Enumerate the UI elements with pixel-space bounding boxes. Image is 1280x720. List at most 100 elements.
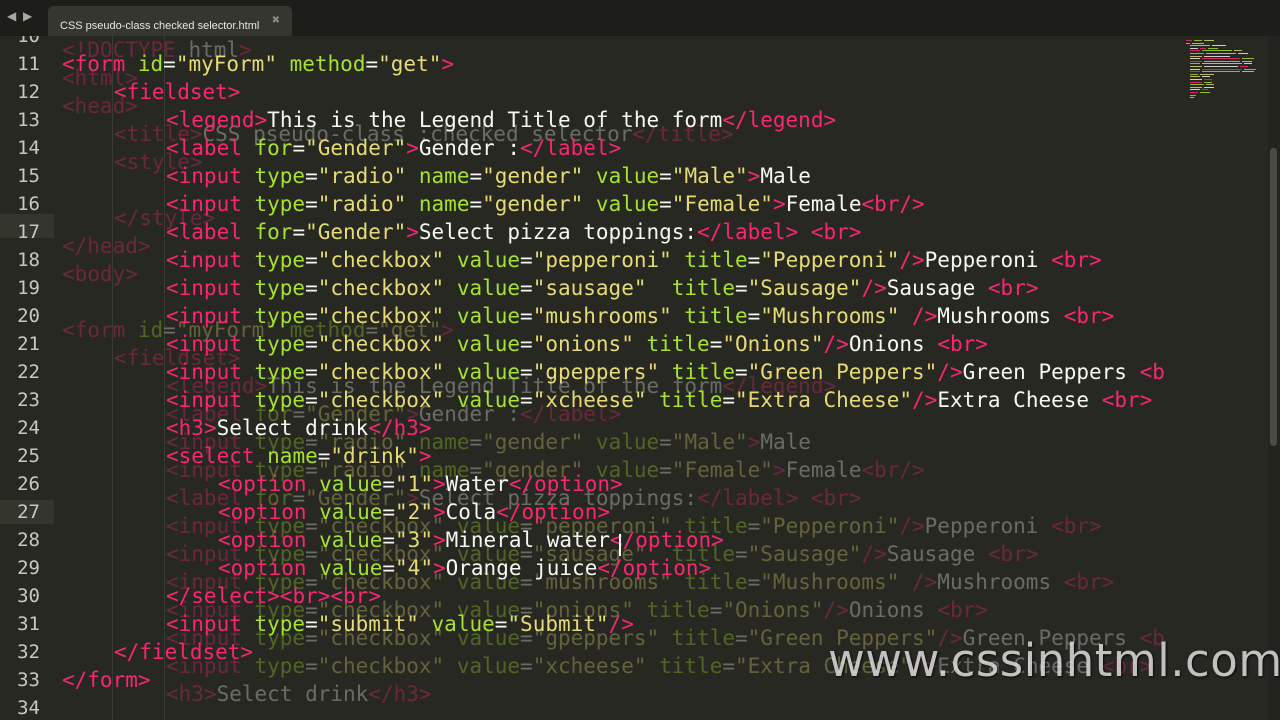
code-line: <option value="1">Water</option> (218, 470, 623, 498)
minimap-line (1190, 79, 1202, 80)
code-token: "Mushrooms" (760, 304, 900, 328)
code-line: </fieldset> (114, 638, 253, 666)
code-token: <input (166, 192, 242, 216)
code-token: name (406, 164, 470, 188)
code-token: </h3> (368, 416, 432, 440)
minimap-line (1192, 42, 1204, 44)
code-token: <input (166, 304, 242, 328)
code-line: <fieldset> (114, 78, 240, 106)
code-token: </select> (166, 584, 280, 608)
code-token: "mushrooms" (532, 304, 672, 328)
code-token: "2" (395, 500, 433, 524)
code-token: </option> (508, 472, 623, 496)
minimap-line (1190, 94, 1196, 96)
code-token: > (227, 80, 241, 104)
code-token: Mushrooms (937, 304, 1064, 328)
code-token: <input (166, 332, 242, 356)
code-token: /> (937, 360, 963, 384)
minimap-line (1242, 71, 1254, 73)
code-token: Water (445, 472, 509, 496)
minimap-line (1190, 53, 1204, 54)
code-token: > (203, 416, 217, 440)
minimap-line (1190, 45, 1210, 47)
code-token: <input (166, 164, 242, 188)
minimap-line (1204, 40, 1214, 41)
code-line: <input type="submit" value="Submit"/> (166, 610, 634, 638)
code-token: type (241, 304, 306, 328)
minimap-line (1190, 97, 1194, 99)
code-line: <input type="checkbox" value="gpeppers" … (166, 358, 1165, 386)
code-token: = (305, 192, 318, 216)
code-line: <input type="radio" name="gender" value=… (166, 162, 811, 190)
minimap-line (1238, 53, 1248, 54)
minimap-line (1190, 92, 1198, 93)
tab-bar: ◀ ▶ CSS pseudo-class checked selector.ht… (0, 0, 1280, 37)
code-token: = (305, 248, 318, 272)
code-line: </form> (62, 666, 151, 694)
code-token: id (125, 52, 164, 76)
code-token: name (406, 192, 470, 216)
code-token: = (520, 276, 533, 300)
nav-forward-icon[interactable]: ▶ (23, 9, 32, 23)
vertical-scrollbar[interactable] (1268, 36, 1280, 720)
code-token: > (747, 164, 761, 188)
code-token: "Green Peppers" (747, 360, 938, 384)
code-token: <input (166, 388, 242, 412)
code-token: /> (899, 304, 938, 328)
code-token: <input (166, 276, 242, 300)
code-token: <br> (279, 584, 331, 608)
code-token: </legend> (722, 108, 837, 132)
code-token: = (520, 332, 533, 356)
code-token: "Female" (671, 192, 773, 216)
code-token: > (772, 192, 786, 216)
code-line: <input type="checkbox" value="mushrooms"… (166, 302, 1114, 330)
code-token: > (432, 500, 446, 524)
code-token: = (382, 472, 396, 496)
code-token: type (241, 612, 306, 636)
code-token: = (709, 332, 723, 356)
code-token: type (241, 192, 306, 216)
minimap[interactable] (1184, 36, 1264, 106)
code-token: <option (218, 556, 307, 580)
scrollbar-thumb[interactable] (1270, 148, 1277, 446)
minimap-line (1190, 50, 1200, 52)
code-token: <label (166, 220, 242, 244)
minimap-line (1202, 89, 1208, 91)
code-token: <input (166, 248, 242, 272)
code-token: = (305, 612, 318, 636)
code-token: value (444, 388, 521, 412)
code-token: type (241, 276, 306, 300)
minimap-line (1204, 55, 1230, 57)
close-icon[interactable]: ✖ (272, 15, 280, 26)
code-token: value (444, 248, 521, 272)
code-token: <label (166, 136, 242, 160)
code-token: for (241, 220, 293, 244)
text-caret (619, 534, 621, 556)
minimap-line (1190, 47, 1198, 49)
code-layer[interactable]: <form id="myForm" method="get"> <fieldset… (0, 36, 1185, 720)
code-token: Orange juice (445, 556, 598, 580)
minimap-line (1206, 84, 1214, 86)
code-token: title (671, 304, 748, 328)
code-token: "1" (395, 472, 433, 496)
code-line: <h3>Select drink</h3> (166, 414, 432, 442)
code-token: value (418, 612, 495, 636)
code-token: "sausage" (532, 276, 647, 300)
code-line: </select><br><br> (166, 582, 381, 610)
code-token: value (444, 360, 521, 384)
file-tab[interactable]: CSS pseudo-class checked selector.html ✖ (48, 6, 292, 36)
code-token: title (646, 388, 723, 412)
code-token: Onions (848, 332, 938, 356)
code-editor[interactable]: 10 11 12 13 14 15 16 17 18 19 20 21 22 23 24 25 26 27 28 29… (0, 36, 1268, 720)
code-token: <option (218, 472, 307, 496)
code-token: </form> (62, 668, 151, 692)
code-line: <input type="checkbox" value="onions" ti… (166, 330, 988, 358)
code-token: "pepperoni" (532, 248, 672, 272)
code-token: value (306, 556, 383, 580)
code-token: "checkbox" (317, 248, 445, 272)
nav-back-icon[interactable]: ◀ (7, 9, 16, 23)
code-token: "onions" (532, 332, 634, 356)
code-token: /> (823, 332, 849, 356)
code-token: "radio" (317, 164, 407, 188)
code-token: title (646, 276, 735, 300)
